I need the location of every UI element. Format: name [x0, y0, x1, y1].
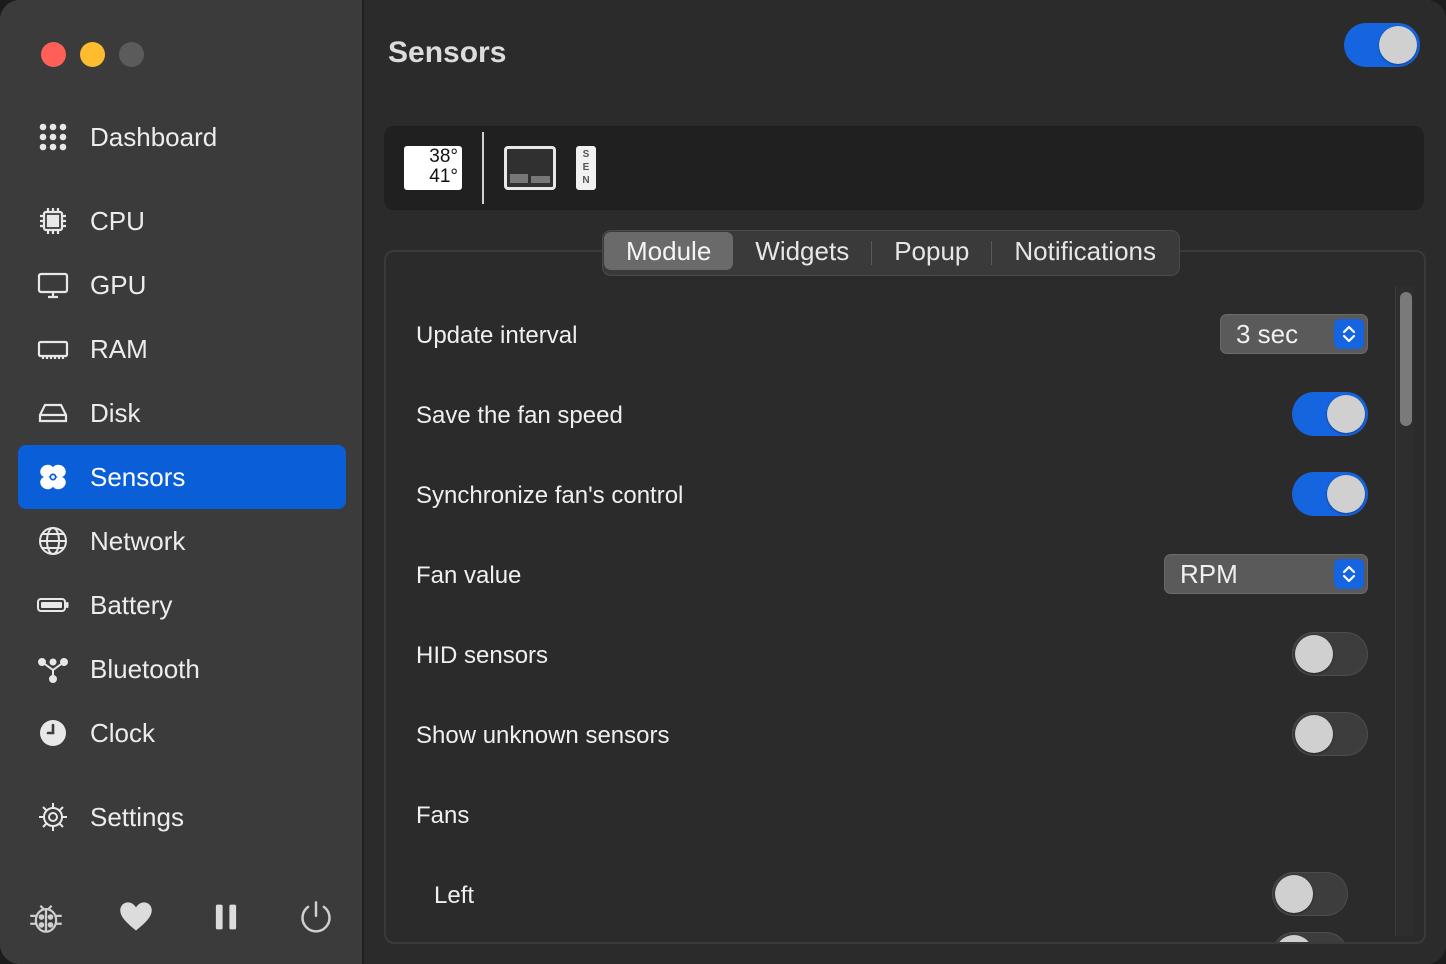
save-fan-speed-toggle[interactable] [1292, 392, 1368, 436]
sidebar-item-label: Sensors [90, 461, 186, 492]
sidebar-item-label: Disk [90, 397, 141, 428]
monitor-icon [35, 267, 71, 303]
bluetooth-icon [35, 651, 71, 687]
sidebar-item-label: Bluetooth [90, 653, 200, 684]
fan-left-label: Left [434, 882, 475, 909]
sidebar-item-clock[interactable]: Clock [18, 701, 346, 765]
sidebar-item-gpu[interactable]: GPU [18, 253, 346, 317]
tab-widgets[interactable]: Widgets [733, 232, 871, 270]
hid-sensors-toggle[interactable] [1292, 632, 1368, 676]
sensor-label-widget[interactable]: S E N [576, 146, 596, 190]
settings-tabs: Module Widgets Popup Notifications [602, 230, 1181, 276]
update-interval-label: Update interval [416, 322, 578, 349]
sidebar-item-ram[interactable]: RAM [18, 317, 346, 381]
widget-separator [482, 132, 484, 204]
sidebar-item-label: CPU [90, 205, 145, 236]
sidebar: Dashboard CPU GPU RAM Disk Sensors Netwo… [0, 0, 364, 964]
fan-left-toggle[interactable] [1272, 872, 1348, 916]
tab-module[interactable]: Module [604, 232, 734, 270]
hid-sensors-label: HID sensors [416, 642, 549, 669]
fan-next-toggle[interactable] [1272, 932, 1348, 942]
heart-icon[interactable] [114, 892, 158, 942]
minimize-button[interactable] [80, 42, 105, 67]
scrollbar-thumb[interactable] [1400, 292, 1412, 426]
sidebar-item-settings[interactable]: Settings [18, 785, 346, 849]
widget-preview-strip: 38° 41° S E N [384, 126, 1424, 210]
sidebar-item-bluetooth[interactable]: Bluetooth [18, 637, 346, 701]
cpu-icon [35, 203, 71, 239]
sidebar-item-cpu[interactable]: CPU [18, 189, 346, 253]
module-enable-toggle[interactable] [1344, 23, 1420, 67]
settings-scrollbar[interactable] [1395, 286, 1414, 936]
fan-icon [35, 459, 71, 495]
page-title: Sensors [388, 36, 507, 69]
sidebar-item-label: Battery [90, 589, 173, 620]
sidebar-item-battery[interactable]: Battery [18, 573, 346, 637]
sidebar-item-label: Dashboard [90, 121, 218, 152]
gear-icon [35, 799, 71, 835]
app-window: Dashboard CPU GPU RAM Disk Sensors Netwo… [0, 0, 1446, 964]
sidebar-item-network[interactable]: Network [18, 509, 346, 573]
sidebar-item-label: Network [90, 525, 186, 556]
sidebar-item-dashboard[interactable]: Dashboard [18, 105, 346, 169]
settings-panel: Update interval 3 sec Save the fan speed… [384, 250, 1426, 944]
battery-icon [35, 587, 71, 623]
sidebar-item-disk[interactable]: Disk [18, 381, 346, 445]
sync-fan-control-toggle[interactable] [1292, 472, 1368, 516]
sidebar-item-sensors[interactable]: Sensors [18, 445, 346, 509]
pause-icon[interactable] [204, 892, 248, 942]
close-button[interactable] [41, 42, 66, 67]
sidebar-item-label: Settings [90, 801, 184, 832]
sidebar-footer [0, 892, 362, 942]
bar-chart-widget[interactable] [504, 146, 556, 190]
sidebar-item-label: GPU [90, 269, 147, 300]
window-controls [41, 42, 144, 67]
temperature-top: 38° [429, 146, 458, 167]
fan-value-label: Fan value [416, 562, 522, 589]
temperature-bottom: 41° [429, 166, 458, 187]
save-fan-speed-label: Save the fan speed [416, 402, 623, 429]
disk-icon [35, 395, 71, 431]
ram-icon [35, 331, 71, 367]
tab-notifications[interactable]: Notifications [992, 232, 1178, 270]
chevron-updown-icon [1334, 559, 1364, 589]
sidebar-item-label: Clock [90, 717, 156, 748]
temperature-widget[interactable]: 38° 41° [404, 146, 462, 190]
zoom-button[interactable] [119, 42, 144, 67]
fans-section-header: Fans [416, 802, 470, 829]
chevron-updown-icon [1334, 319, 1364, 349]
sidebar-item-label: RAM [90, 333, 148, 364]
grid-icon [35, 119, 71, 155]
bug-icon[interactable] [24, 892, 68, 942]
sync-fan-control-label: Synchronize fan's control [416, 482, 684, 509]
globe-icon [35, 523, 71, 559]
show-unknown-sensors-toggle[interactable] [1292, 712, 1368, 756]
power-icon[interactable] [294, 892, 338, 942]
clock-icon [35, 715, 71, 751]
tab-popup[interactable]: Popup [872, 232, 991, 270]
main-content: Sensors 38° 41° S E N Module Widgets Pop… [364, 0, 1446, 964]
update-interval-select[interactable]: 3 sec [1220, 314, 1368, 354]
fan-value-select[interactable]: RPM [1164, 554, 1368, 594]
show-unknown-sensors-label: Show unknown sensors [416, 722, 670, 749]
